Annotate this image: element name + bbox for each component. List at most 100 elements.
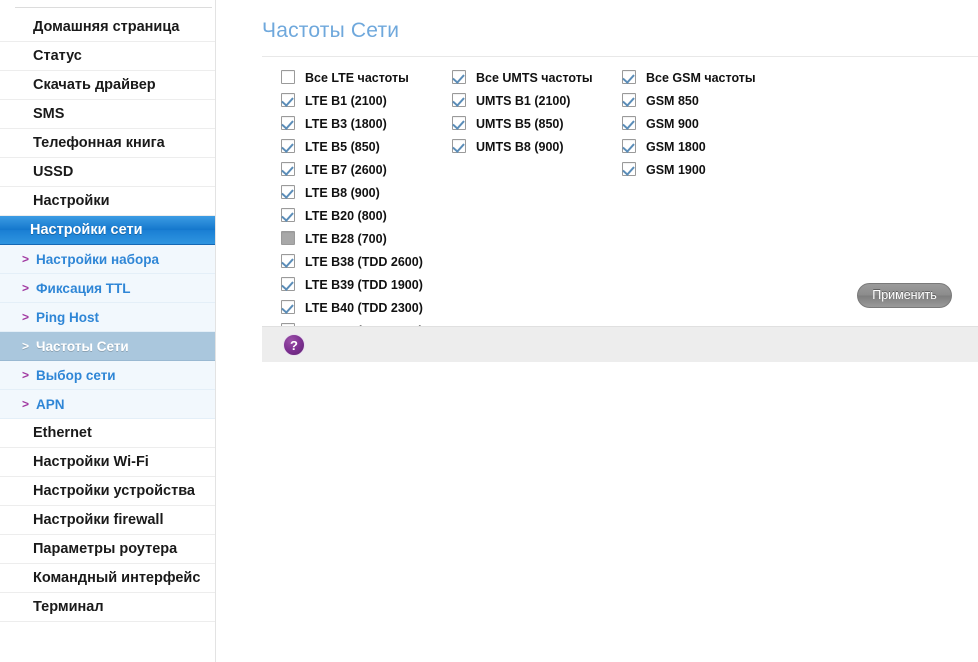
sidebar-item-6[interactable]: Настройки <box>0 187 215 216</box>
checkbox-label: LTE B38 (TDD 2600) <box>305 255 423 269</box>
sidebar: Домашняя страница Статус Скачать драйвер SM… <box>0 0 216 662</box>
sidebar-subitem-5[interactable]: > APN <box>0 390 215 419</box>
sidebar-item-label: Настройки Wi-Fi <box>33 454 149 470</box>
sidebar-item-4[interactable]: Телефонная книга <box>0 129 215 158</box>
sidebar-item-5[interactable]: USSD <box>0 158 215 187</box>
checkbox-row[interactable]: LTE B40 (TDD 2300) <box>281 296 456 319</box>
checkbox-label: LTE B7 (2600) <box>305 163 387 177</box>
checkbox-row[interactable]: LTE B5 (850) <box>281 135 456 158</box>
checkbox-row[interactable]: LTE B20 (800) <box>281 204 456 227</box>
chevron-right-icon: > <box>22 339 30 353</box>
checkbox-row[interactable]: LTE B3 (1800) <box>281 112 456 135</box>
checkbox-row[interactable]: GSM 1900 <box>622 158 792 181</box>
apply-button[interactable]: Применить <box>857 283 952 308</box>
checkbox-row[interactable]: GSM 850 <box>622 89 792 112</box>
checkbox-row[interactable]: GSM 1800 <box>622 135 792 158</box>
checkbox-row[interactable]: UMTS B1 (2100) <box>452 89 622 112</box>
sidebar-item-bottom-6[interactable]: Терминал <box>0 593 215 622</box>
checkbox-umts-3[interactable] <box>452 139 466 153</box>
checkbox-row[interactable]: Все LTE частоты <box>281 66 456 89</box>
sidebar-subitem-2[interactable]: > Ping Host <box>0 303 215 332</box>
sidebar-subitem-label: Выбор сети <box>36 368 116 383</box>
sidebar-item-label: Настройки <box>33 193 110 209</box>
sidebar-subitem-label: Настройки набора <box>36 252 159 267</box>
sidebar-item-3[interactable]: SMS <box>0 100 215 129</box>
sidebar-item-label: Статус <box>33 48 82 64</box>
checkbox-label: Все LTE частоты <box>305 71 409 85</box>
sidebar-item-label: SMS <box>33 106 65 122</box>
checkbox-lte-6[interactable] <box>281 208 295 222</box>
sidebar-item-bottom-5[interactable]: Командный интерфейс <box>0 564 215 593</box>
checkbox-lte-0[interactable] <box>281 70 295 84</box>
sidebar-item-label: Ethernet <box>33 425 92 441</box>
chevron-right-icon: > <box>22 310 30 324</box>
checkbox-lte-2[interactable] <box>281 116 295 130</box>
title-divider <box>262 56 978 57</box>
sidebar-nav: Домашняя страница Статус Скачать драйвер SM… <box>0 13 215 622</box>
sidebar-item-bottom-4[interactable]: Параметры роутера <box>0 535 215 564</box>
checkbox-label: UMTS B1 (2100) <box>476 94 571 108</box>
checkbox-label: LTE B5 (850) <box>305 140 380 154</box>
sidebar-subitem-1[interactable]: > Фиксация TTL <box>0 274 215 303</box>
checkbox-lte-10[interactable] <box>281 300 295 314</box>
sidebar-item-label: USSD <box>33 164 74 180</box>
umts-frequency-column: Все UMTS частоты UMTS B1 (2100) UMTS B5 (8… <box>452 66 622 158</box>
sidebar-subitem-label: APN <box>36 397 65 412</box>
checkbox-lte-1[interactable] <box>281 93 295 107</box>
checkbox-label: Все UMTS частоты <box>476 71 593 85</box>
sidebar-item-2[interactable]: Скачать драйвер <box>0 71 215 100</box>
checkbox-row[interactable]: UMTS B8 (900) <box>452 135 622 158</box>
checkbox-row[interactable]: LTE B7 (2600) <box>281 158 456 181</box>
sidebar-subitem-label: Частоты Сети <box>36 339 129 354</box>
sidebar-item-bottom-2[interactable]: Настройки устройства <box>0 477 215 506</box>
sidebar-subitem-3[interactable]: > Частоты Сети <box>0 332 215 361</box>
checkbox-row[interactable]: LTE B38 (TDD 2600) <box>281 250 456 273</box>
checkbox-row[interactable]: LTE B39 (TDD 1900) <box>281 273 456 296</box>
checkbox-label: Все GSM частоты <box>646 71 756 85</box>
checkbox-gsm-3[interactable] <box>622 139 636 153</box>
sidebar-item-label: Настройки сети <box>30 222 143 238</box>
checkbox-umts-0[interactable] <box>452 70 466 84</box>
sidebar-subitem-label: Ping Host <box>36 310 99 325</box>
checkbox-lte-4[interactable] <box>281 162 295 176</box>
sidebar-item-label: Терминал <box>33 599 104 615</box>
checkbox-label: LTE B40 (TDD 2300) <box>305 301 423 315</box>
sidebar-item-7[interactable]: Настройки сети <box>0 216 215 245</box>
gsm-frequency-column: Все GSM частоты GSM 850 GSM 900 GSM 1800 GSM… <box>622 66 792 181</box>
sidebar-item-1[interactable]: Статус <box>0 42 215 71</box>
checkbox-row[interactable]: LTE B8 (900) <box>281 181 456 204</box>
sidebar-item-bottom-3[interactable]: Настройки firewall <box>0 506 215 535</box>
sidebar-item-bottom-1[interactable]: Настройки Wi-Fi <box>0 448 215 477</box>
sidebar-subitem-4[interactable]: > Выбор сети <box>0 361 215 390</box>
sidebar-item-0[interactable]: Домашняя страница <box>0 13 215 42</box>
page-title: Частоты Сети <box>262 19 400 42</box>
checkbox-lte-8[interactable] <box>281 254 295 268</box>
checkbox-lte-9[interactable] <box>281 277 295 291</box>
checkbox-label: LTE B1 (2100) <box>305 94 387 108</box>
checkbox-gsm-1[interactable] <box>622 93 636 107</box>
lte-frequency-column: Все LTE частоты LTE B1 (2100) LTE B3 (1800… <box>281 66 456 342</box>
checkbox-umts-1[interactable] <box>452 93 466 107</box>
checkbox-gsm-2[interactable] <box>622 116 636 130</box>
checkbox-row[interactable]: LTE B28 (700) <box>281 227 456 250</box>
chevron-right-icon: > <box>22 368 30 382</box>
sidebar-subitem-0[interactable]: > Настройки набора <box>0 245 215 274</box>
checkbox-row[interactable]: GSM 900 <box>622 112 792 135</box>
checkbox-lte-3[interactable] <box>281 139 295 153</box>
help-icon[interactable]: ? <box>283 334 305 356</box>
chevron-right-icon: > <box>22 397 30 411</box>
checkbox-row[interactable]: LTE B1 (2100) <box>281 89 456 112</box>
checkbox-row[interactable]: UMTS B5 (850) <box>452 112 622 135</box>
checkbox-umts-2[interactable] <box>452 116 466 130</box>
main-content: Частоты Сети Все LTE частоты LTE B1 (2100… <box>216 0 978 662</box>
checkbox-row[interactable]: Все UMTS частоты <box>452 66 622 89</box>
sidebar-subitem-label: Фиксация TTL <box>36 281 131 296</box>
sidebar-item-label: Скачать драйвер <box>33 77 156 93</box>
sidebar-item-bottom-0[interactable]: Ethernet <box>0 419 215 448</box>
checkbox-gsm-4[interactable] <box>622 162 636 176</box>
checkbox-row[interactable]: Все GSM частоты <box>622 66 792 89</box>
checkbox-gsm-0[interactable] <box>622 70 636 84</box>
checkbox-lte-5[interactable] <box>281 185 295 199</box>
chevron-right-icon: > <box>22 252 30 266</box>
checkbox-label: UMTS B5 (850) <box>476 117 564 131</box>
